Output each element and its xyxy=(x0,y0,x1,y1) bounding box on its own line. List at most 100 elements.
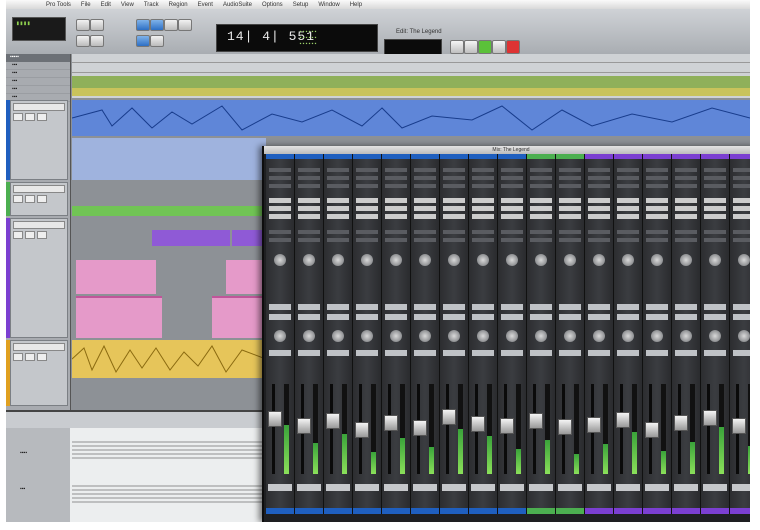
insert-slot[interactable] xyxy=(327,168,349,172)
send-slot[interactable] xyxy=(646,230,668,234)
audio-region-blue-lanes[interactable] xyxy=(72,138,266,180)
track-header[interactable] xyxy=(10,218,68,338)
track-name-plate[interactable] xyxy=(558,484,582,491)
send-level-knob[interactable] xyxy=(477,254,489,266)
channel-strip[interactable] xyxy=(295,154,324,514)
io-selector[interactable] xyxy=(356,198,378,203)
io-selector[interactable] xyxy=(617,206,639,211)
bars-beats-ruler[interactable] xyxy=(72,54,750,63)
send-level-knob[interactable] xyxy=(303,254,315,266)
track-name-plate[interactable] xyxy=(703,484,727,491)
track-name-plate[interactable] xyxy=(268,484,292,491)
nudge-button[interactable] xyxy=(90,35,104,47)
io-selector[interactable] xyxy=(501,198,523,203)
io-selector[interactable] xyxy=(501,214,523,219)
pan-knob[interactable] xyxy=(390,330,402,342)
channel-strip[interactable] xyxy=(382,154,411,514)
insert-slot[interactable] xyxy=(704,184,726,188)
pan-knob[interactable] xyxy=(622,330,634,342)
send-slot[interactable] xyxy=(530,238,552,242)
mute-button[interactable] xyxy=(472,350,494,356)
mute-button[interactable] xyxy=(269,350,291,356)
channel-strip[interactable] xyxy=(498,154,527,514)
mute-button[interactable] xyxy=(37,195,47,203)
io-selector[interactable] xyxy=(530,214,552,219)
io-selector[interactable] xyxy=(675,198,697,203)
mute-button[interactable] xyxy=(559,350,581,356)
send-slot[interactable] xyxy=(472,238,494,242)
send-slot[interactable] xyxy=(385,230,407,234)
pan-knob[interactable] xyxy=(738,330,750,342)
io-selector[interactable] xyxy=(588,198,610,203)
record-enable-button[interactable] xyxy=(13,231,23,239)
io-selector[interactable] xyxy=(646,198,668,203)
link-button[interactable] xyxy=(136,35,150,47)
send-level-knob[interactable] xyxy=(390,254,402,266)
midi-editor-pane[interactable]: ▪▪▪▪ ▪▪▪ xyxy=(6,410,266,522)
solo-button[interactable] xyxy=(25,113,35,121)
timeline-rulers[interactable] xyxy=(72,54,750,98)
io-selector[interactable] xyxy=(269,214,291,219)
send-slot[interactable] xyxy=(559,238,581,242)
min-sec-ruler[interactable] xyxy=(72,64,750,73)
channel-strip[interactable] xyxy=(527,154,556,514)
record-enable-button[interactable] xyxy=(588,304,610,310)
mute-button[interactable] xyxy=(588,350,610,356)
record-enable-button[interactable] xyxy=(559,304,581,310)
volume-fader[interactable] xyxy=(529,413,543,429)
midi-region-pink[interactable] xyxy=(76,296,162,338)
solo-button[interactable] xyxy=(704,314,726,320)
send-slot[interactable] xyxy=(530,230,552,234)
send-level-knob[interactable] xyxy=(332,254,344,266)
insert-slot[interactable] xyxy=(414,184,436,188)
send-level-knob[interactable] xyxy=(651,254,663,266)
menu-item-region[interactable]: Region xyxy=(169,2,188,8)
track-name-plate[interactable] xyxy=(587,484,611,491)
track-name-plate[interactable] xyxy=(645,484,669,491)
track-list-row[interactable]: ▪▪▪ xyxy=(6,62,70,70)
send-slot[interactable] xyxy=(588,238,610,242)
volume-fader[interactable] xyxy=(384,414,398,431)
mute-button[interactable] xyxy=(327,350,349,356)
track-name-plate[interactable] xyxy=(413,484,437,491)
send-slot[interactable] xyxy=(675,230,697,234)
io-selector[interactable] xyxy=(501,206,523,211)
io-selector[interactable] xyxy=(385,198,407,203)
send-slot[interactable] xyxy=(704,230,726,234)
insert-slot[interactable] xyxy=(733,184,750,188)
send-slot[interactable] xyxy=(733,238,750,242)
record-enable-button[interactable] xyxy=(501,304,523,310)
send-slot[interactable] xyxy=(501,238,523,242)
insert-slot[interactable] xyxy=(443,176,465,180)
track-name-box[interactable] xyxy=(13,103,65,111)
track-name-plate[interactable] xyxy=(297,484,321,491)
solo-button[interactable] xyxy=(733,314,750,320)
volume-fader[interactable] xyxy=(500,417,514,434)
insert-slot[interactable] xyxy=(530,168,552,172)
record-enable-button[interactable] xyxy=(675,304,697,310)
send-level-knob[interactable] xyxy=(680,254,692,266)
menu-item-file[interactable]: File xyxy=(81,2,91,8)
send-level-knob[interactable] xyxy=(593,254,605,266)
track-name-plate[interactable] xyxy=(500,484,524,491)
channel-strip[interactable] xyxy=(672,154,701,514)
track-list-row[interactable]: ▪▪▪ xyxy=(6,78,70,86)
io-selector[interactable] xyxy=(327,214,349,219)
midi-region-purple[interactable] xyxy=(152,230,230,246)
grid-button[interactable] xyxy=(76,35,90,47)
insert-slot[interactable] xyxy=(675,168,697,172)
send-level-knob[interactable] xyxy=(274,254,286,266)
send-slot[interactable] xyxy=(443,238,465,242)
mute-button[interactable] xyxy=(385,350,407,356)
track-name-plate[interactable] xyxy=(471,484,495,491)
insert-slot[interactable] xyxy=(646,184,668,188)
record-enable-button[interactable] xyxy=(472,304,494,310)
solo-button[interactable] xyxy=(385,314,407,320)
insert-slot[interactable] xyxy=(385,176,407,180)
edit-mode-display[interactable]: ▮▮▮▮ xyxy=(12,17,66,41)
send-level-knob[interactable] xyxy=(419,254,431,266)
midi-region-pink[interactable] xyxy=(76,260,156,294)
record-enable-button[interactable] xyxy=(617,304,639,310)
mute-button[interactable] xyxy=(37,231,47,239)
volume-fader[interactable] xyxy=(268,411,282,428)
